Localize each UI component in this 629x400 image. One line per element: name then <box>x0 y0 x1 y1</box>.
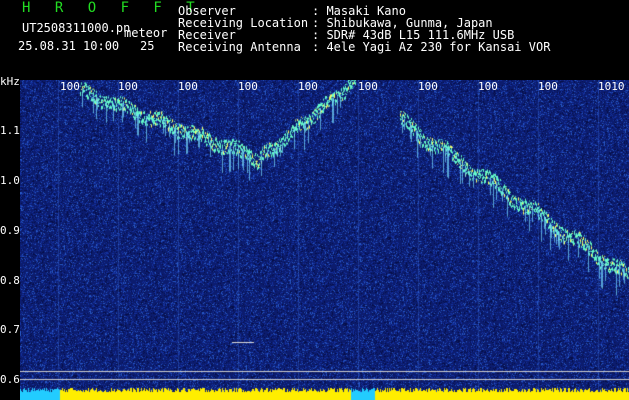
x-tick-label: 100 <box>178 80 198 93</box>
y-tick-label: 0.8 <box>0 274 20 287</box>
y-tick-label: 0.9 <box>0 224 20 237</box>
filename-label: UT2508311000.pn <box>22 21 131 35</box>
meteor-count: 25 <box>140 39 155 53</box>
date-time: 25.08.31 10:00 <box>18 39 120 53</box>
x-tick-label: 100 <box>418 80 438 93</box>
antenna-value: : 4ele Yagi Az 230 for Kansai VOR <box>312 40 551 54</box>
x-tick-label: 100 <box>60 80 80 93</box>
x-tick-label: 100 <box>538 80 558 93</box>
x-tick-label: 1010 <box>598 80 625 93</box>
y-tick-label: 0.7 <box>0 323 20 336</box>
x-tick-label: 100 <box>298 80 318 93</box>
header-panel: H R O F F T UT2508311000.pn meteor 25.08… <box>0 0 629 80</box>
y-axis-unit: kHz <box>0 75 20 88</box>
brand-title: H R O F F T <box>22 0 203 16</box>
x-tick-label: 100 <box>238 80 258 93</box>
x-tick-label: 100 <box>118 80 138 93</box>
x-tick-label: 100 <box>478 80 498 93</box>
y-tick-label: 1.0 <box>0 174 20 187</box>
y-tick-label: 1.1 <box>0 124 20 137</box>
filename-suffix: meteor <box>124 26 168 40</box>
x-tick-label: 100 <box>358 80 378 93</box>
y-tick-label: 0.6 <box>0 373 20 386</box>
spectrogram-canvas <box>20 80 629 400</box>
antenna-label: Receiving Antenna <box>178 40 301 54</box>
